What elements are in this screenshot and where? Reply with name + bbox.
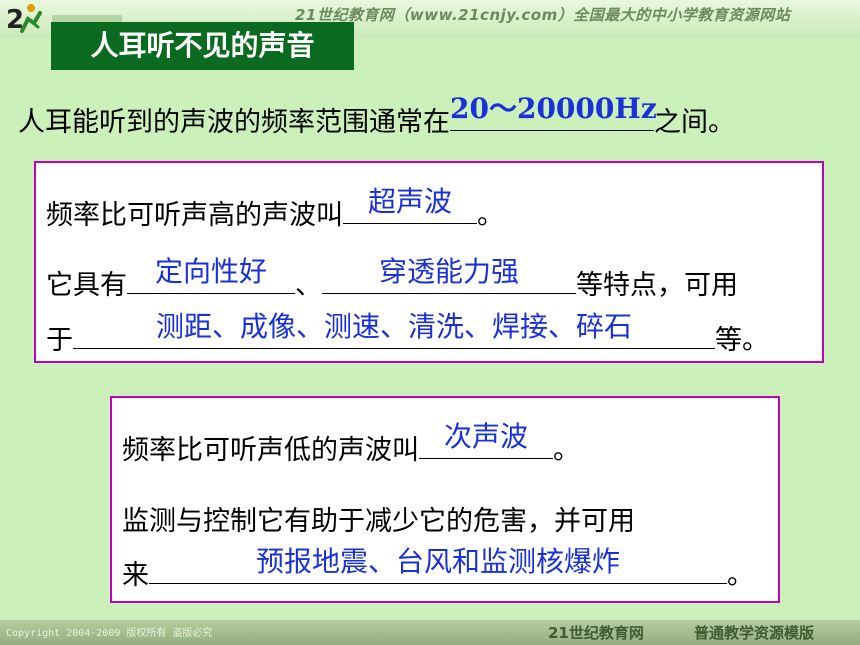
- penetration-blank: 穿透能力强: [322, 255, 576, 294]
- infrasound-blank: 次声波: [419, 420, 553, 459]
- ultrasound-line-1: 频率比可听声高的声波叫 超声波。: [46, 185, 504, 232]
- intro-text-end: 之间。: [654, 107, 735, 138]
- directivity-answer: 定向性好: [154, 255, 267, 288]
- infrasound-line-2: 监测与控制它有助于减少它的危害，并可用: [122, 499, 635, 538]
- infrasound-line-1: 频率比可听声低的声波叫 次声波。: [122, 420, 580, 467]
- footer-template-label: 普通教学资源模版: [694, 624, 815, 642]
- copyright-text: Copyright 2004-2009 版权所有 盗版必究: [6, 628, 213, 639]
- ultrasound-feature-end: 等特点，可用: [576, 270, 738, 301]
- penetration-answer: 穿透能力强: [378, 255, 519, 288]
- frequency-range-answer: 20～20000Hz: [450, 92, 657, 125]
- intro-line: 人耳能听到的声波的频率范围通常在 20～20000Hz 之间。: [18, 92, 735, 139]
- ultrasound-line-2: 它具有 定向性好、 穿透能力强 等特点，可用: [46, 255, 738, 302]
- infrasound-line-3: 来 预报地震、台风和监测核爆炸 。: [122, 545, 754, 592]
- directivity-blank: 定向性好: [127, 255, 295, 294]
- site-banner-text: 21世纪教育网（www.21cnjy.com）全国最大的中小学教育资源网站: [295, 6, 791, 24]
- frequency-range-blank: 20～20000Hz: [450, 92, 657, 131]
- infrasound-definition-text: 频率比可听声低的声波叫: [122, 435, 419, 466]
- footer-brand: 21世纪教育网: [548, 624, 644, 642]
- ultrasound-use-end: 等。: [715, 325, 769, 356]
- separator: 、: [295, 270, 322, 301]
- ultrasound-line-3: 于 测距、成像、测速、清洗、焊接、碎石 等。: [46, 310, 769, 357]
- ultrasound-period: 。: [477, 200, 504, 231]
- infrasound-control-text: 监测与控制它有助于减少它的危害，并可用: [122, 506, 635, 537]
- page-title: 人耳听不见的声音: [51, 22, 354, 70]
- ultrasound-blank: 超声波: [343, 185, 477, 224]
- infrasound-uses-answer: 预报地震、台风和监测核爆炸: [255, 545, 620, 578]
- ultrasound-answer: 超声波: [367, 185, 452, 218]
- ultrasound-use-text: 于: [46, 325, 73, 356]
- ultrasound-definition-text: 频率比可听声高的声波叫: [46, 200, 343, 231]
- infrasound-uses-blank: 预报地震、台风和监测核爆炸: [149, 545, 727, 584]
- ultrasound-uses-answer: 测距、成像、测速、清洗、焊接、碎石: [155, 310, 632, 343]
- footer-bar: Copyright 2004-2009 版权所有 盗版必究 21世纪教育网 普通…: [0, 620, 860, 645]
- intro-text: 人耳能听到的声波的频率范围通常在: [18, 107, 450, 138]
- infrasound-use-text: 来: [122, 560, 149, 591]
- infrasound-answer: 次声波: [443, 420, 528, 453]
- ultrasound-uses-blank: 测距、成像、测速、清洗、焊接、碎石: [73, 310, 715, 349]
- ultrasound-feature-text: 它具有: [46, 270, 127, 301]
- infrasound-period: 。: [553, 435, 580, 466]
- infrasound-use-end: 。: [727, 560, 754, 591]
